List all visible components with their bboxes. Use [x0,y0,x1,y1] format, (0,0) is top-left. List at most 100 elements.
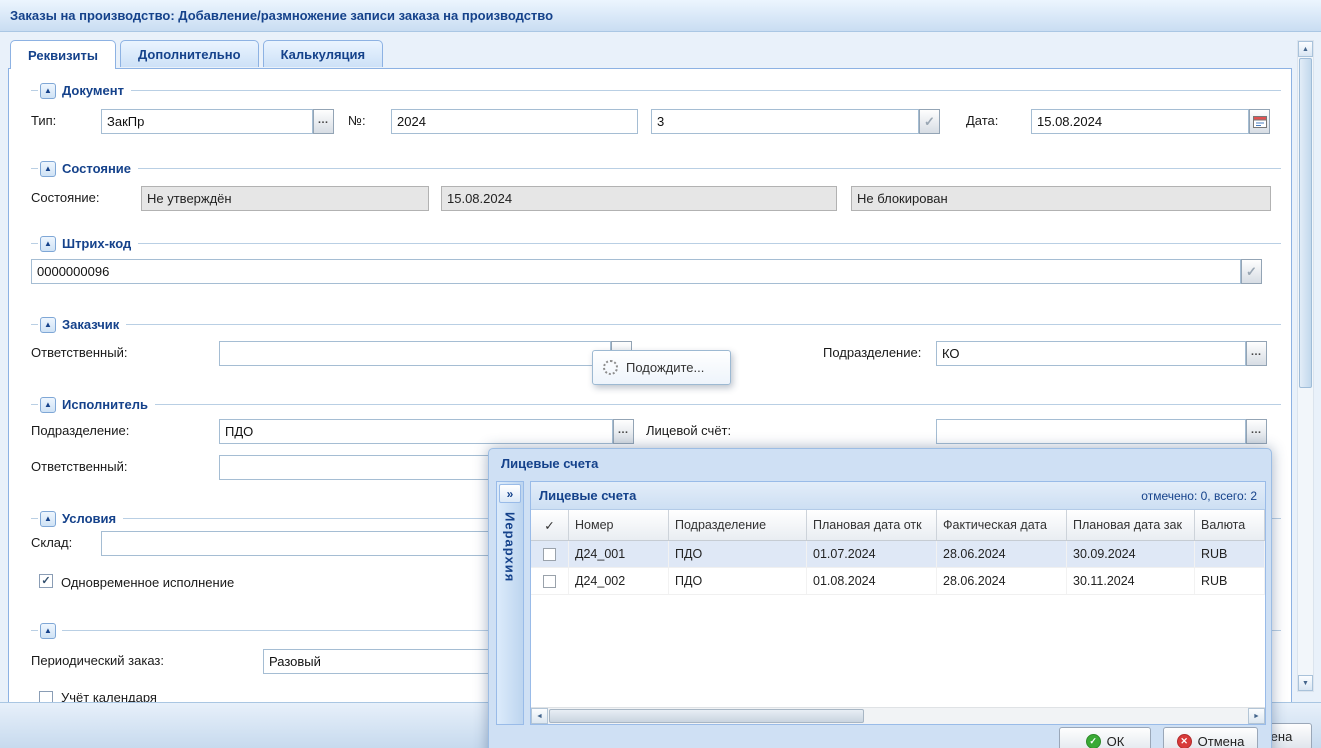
tab-rekvizity[interactable]: Реквизиты [10,40,116,69]
accounts-window-titlebar[interactable]: Лицевые счета [489,449,1271,477]
simultaneous-checkbox[interactable]: ✓ [39,574,53,588]
check-icon: ✓ [1246,265,1257,278]
column-header-number[interactable]: Номер [569,510,669,540]
column-header-planned-open[interactable]: Плановая дата отк [807,510,937,540]
fieldset-state-legend: ▲ Состояние [31,160,1281,177]
scroll-thumb[interactable] [549,709,864,723]
executor-department-label: Подразделение: [31,423,129,438]
scroll-thumb[interactable] [1299,58,1312,388]
horizontal-scrollbar[interactable]: ◄ ► [531,707,1265,724]
doc-type-field[interactable] [101,109,313,134]
collapse-icon[interactable]: ▲ [40,397,56,413]
ok-button[interactable]: ✓ ОК [1059,727,1151,748]
cell-department: ПДО [669,541,807,567]
calendar-checkbox[interactable] [39,691,53,702]
collapse-icon[interactable]: ▲ [40,236,56,252]
state-status-field [141,186,429,211]
doc-date-field[interactable] [1031,109,1249,134]
fieldset-title: Штрих-код [62,236,131,251]
warehouse-label: Склад: [31,535,72,550]
legend-line [138,243,1281,244]
doc-number-check-button[interactable]: ✓ [919,109,940,134]
legend-line [126,324,1281,325]
tab-label: Калькуляция [281,47,366,62]
scroll-left-button[interactable]: ◄ [531,708,548,724]
executor-account-browse-button[interactable]: … [1246,419,1267,444]
executor-account-label: Лицевой счёт: [646,423,731,438]
barcode-check-button[interactable]: ✓ [1241,259,1262,284]
executor-account-field[interactable] [936,419,1246,444]
tab-strip: Реквизиты Дополнительно Калькуляция [10,40,383,69]
row-checkbox[interactable] [543,548,556,561]
hierarchy-panel-collapsed: » Иерархия [496,481,524,725]
arrow-up-icon: ▲ [1302,46,1309,53]
customer-responsible-label: Ответственный: [31,345,127,360]
collapse-icon[interactable]: ▲ [40,161,56,177]
fieldset-title: Состояние [62,161,131,176]
cell-actual-date: 28.06.2024 [937,541,1067,567]
table-row[interactable]: Д24_001 ПДО 01.07.2024 28.06.2024 30.09.… [531,541,1265,568]
accounts-grid: Лицевые счета отмечено: 0, всего: 2 ✓ Но… [530,481,1266,725]
grid-panel-header: Лицевые счета отмечено: 0, всего: 2 [531,482,1265,510]
scroll-up-button[interactable]: ▲ [1298,41,1313,57]
fieldset-title: Документ [62,83,124,98]
column-header-check[interactable]: ✓ [531,510,569,540]
legend-line [138,168,1281,169]
row-checkbox[interactable] [543,575,556,588]
scroll-right-button[interactable]: ► [1248,708,1265,724]
doc-date-label: Дата: [966,113,998,128]
tab-dopolnitelno[interactable]: Дополнительно [120,40,259,67]
collapse-icon[interactable]: ▲ [40,83,56,99]
row-check-cell [531,568,569,594]
arrow-down-icon: ▼ [1302,680,1309,687]
barcode-field[interactable] [31,259,1241,284]
fieldset-barcode-legend: ▲ Штрих-код [31,235,1281,252]
column-header-planned-close[interactable]: Плановая дата зак [1067,510,1195,540]
customer-department-field[interactable] [936,341,1246,366]
scroll-down-button[interactable]: ▼ [1298,675,1313,691]
tab-kalkulyaciya[interactable]: Калькуляция [263,40,384,67]
column-header-actual-date[interactable]: Фактическая дата [937,510,1067,540]
customer-department-browse-button[interactable]: … [1246,341,1267,366]
legend-line [155,404,1281,405]
column-label: Валюта [1201,518,1245,532]
doc-date-picker-button[interactable] [1249,109,1270,134]
cell-actual-date: 28.06.2024 [937,568,1067,594]
customer-department-label: Подразделение: [823,345,921,360]
executor-department-field[interactable] [219,419,613,444]
column-header-currency[interactable]: Валюта [1195,510,1265,540]
doc-number-field[interactable] [651,109,919,134]
state-lock-field [851,186,1271,211]
doc-number-label: №: [348,113,366,128]
accounts-window: Лицевые счета » Иерархия Лицевые счета о… [488,448,1272,748]
executor-department-browse-button[interactable]: … [613,419,634,444]
fieldset-title: Условия [62,511,116,526]
table-row[interactable]: Д24_002 ПДО 01.08.2024 28.06.2024 30.11.… [531,568,1265,595]
cancel-button[interactable]: ✕ Отмена [1163,727,1258,748]
cell-planned-open: 01.07.2024 [807,541,937,567]
calendar-label: Учёт календаря [61,690,157,702]
collapse-icon[interactable]: ▲ [40,623,56,639]
cell-planned-close: 30.11.2024 [1067,568,1195,594]
fieldset-document-legend: ▲ Документ [31,82,1281,99]
doc-number-year-field[interactable] [391,109,638,134]
simultaneous-label: Одновременное исполнение [61,575,234,590]
collapse-icon[interactable]: ▲ [40,511,56,527]
collapse-icon[interactable]: ▲ [40,317,56,333]
calendar-icon [1253,115,1267,128]
vertical-scrollbar[interactable]: ▲ ▼ [1297,40,1314,692]
check-icon: ✓ [544,518,554,533]
customer-responsible-field[interactable] [219,341,611,366]
grid-count-text: отмечено: 0, всего: 2 [1141,489,1257,503]
cell-planned-open: 01.08.2024 [807,568,937,594]
arrow-left-icon: ◄ [536,713,543,720]
ok-icon: ✓ [1086,734,1101,748]
column-header-department[interactable]: Подразделение [669,510,807,540]
doc-type-browse-button[interactable]: … [313,109,334,134]
window-titlebar: Заказы на производство: Добавление/размн… [0,0,1321,32]
hierarchy-panel-label: Иерархия [503,512,518,582]
cell-department: ПДО [669,568,807,594]
legend-line [131,90,1281,91]
window-title: Заказы на производство: Добавление/размн… [10,8,553,23]
expand-hierarchy-button[interactable]: » [499,484,521,503]
